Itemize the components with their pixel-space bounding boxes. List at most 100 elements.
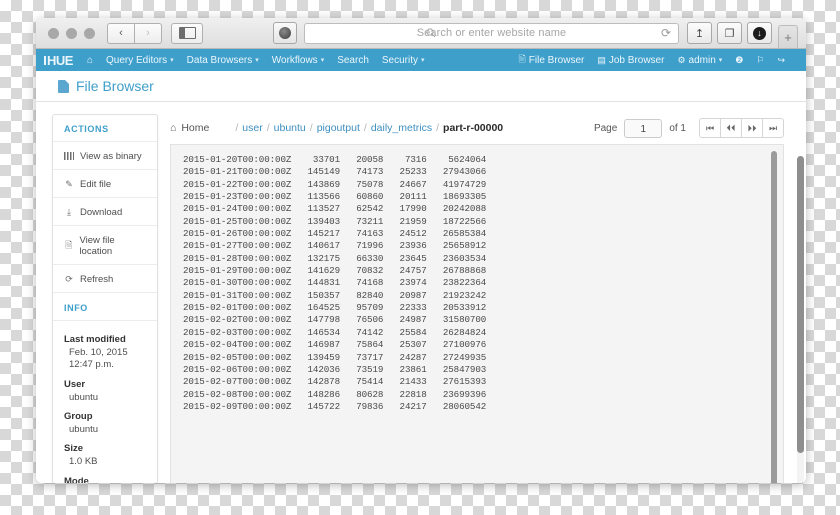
nav-label: Job Browser [608,54,665,66]
divider [53,141,157,142]
browser-toolbar: ‹ › Search or enter website name ⟳ ↥ ❐ ↓… [36,18,806,49]
breadcrumb: ⌂ Home / user / ubuntu / pigoutput / dai… [170,114,784,142]
flag-button[interactable]: ⚐ [756,55,764,66]
refresh-icon: ⟳ [65,274,73,284]
file-line: 2015-02-05T00:00:00Z 139459 73717 24287 … [183,351,487,363]
pencil-icon: ✎ [65,179,73,189]
breadcrumb-item-ubuntu[interactable]: ubuntu [274,122,306,134]
file-line: 2015-01-28T00:00:00Z 132175 66330 23645 … [183,252,487,264]
back-button[interactable]: ‹ [107,22,135,44]
file-line: 2015-01-24T00:00:00Z 113527 62542 17990 … [183,203,487,215]
nav-item-job-browser[interactable]: ▤ Job Browser [597,55,664,66]
nav-item-search[interactable]: Search [337,55,369,66]
file-line: 2015-01-23T00:00:00Z 113566 60860 20111 … [183,191,487,203]
file-line: 2015-02-01T00:00:00Z 164525 95709 22333 … [183,302,487,314]
next-page-button[interactable]: ⏵⏵ [741,118,763,138]
sidebar-action-view-file-location[interactable]: 🗎 View file location [53,228,157,264]
page-title: File Browser [76,78,154,94]
reload-icon[interactable]: ⟳ [661,27,671,39]
file-icon: 🗎 [518,54,526,64]
share-button[interactable]: ↥ [687,22,712,44]
nav-home-button[interactable]: ⌂ [87,55,93,66]
sidebar-action-refresh[interactable]: ⟳ Refresh [53,267,157,292]
nav-label: Data Browsers [186,54,253,66]
sidebar-toggle-button[interactable] [171,22,203,44]
nav-item-file-browser[interactable]: 🗎 File Browser [519,52,585,68]
file-line: 2015-01-20T00:00:00Z 33701 20058 7316 56… [183,154,487,165]
page-input[interactable]: 1 [624,118,663,138]
hue-navbar: HUE ⌂ Query Editors ▾ Data Browsers ▾ Wo… [36,49,806,71]
divider [53,169,157,170]
sidebar-icon [178,27,196,39]
nav-item-workflows[interactable]: Workflows ▾ [272,55,324,66]
file-line: 2015-01-29T00:00:00Z 141629 70832 24757 … [183,265,487,277]
nav-label: Query Editors [106,54,168,66]
nav-item-data-browsers[interactable]: Data Browsers ▾ [187,55,259,66]
downloads-button[interactable]: ↓ [747,22,772,44]
download-icon: ↓ [753,26,766,40]
file-document-icon [58,79,69,93]
file-line: 2015-01-30T00:00:00Z 144831 74168 23974 … [183,277,487,289]
favorites-button[interactable] [273,22,297,44]
page-total-label: of 1 [669,122,686,134]
action-label: Edit file [80,179,112,190]
sidebar-action-view-as-binary[interactable]: View as binary [53,144,157,169]
logout-button[interactable]: ↪ [777,55,785,66]
divider [53,197,157,198]
show-tabs-button[interactable]: ❐ [717,22,742,44]
scrollbar-thumb[interactable] [771,151,777,483]
pagination-buttons: ⏮ ⏴⏴ ⏵⏵ ⏭ [699,118,784,138]
home-icon: ⌂ [170,122,177,134]
nav-label: File Browser [528,54,585,66]
minimize-window-button[interactable] [66,27,77,39]
file-line: 2015-02-04T00:00:00Z 146987 75864 25307 … [183,339,487,351]
page-scrollbar[interactable] [797,156,804,483]
sidebar-action-download[interactable]: ⤓ Download [53,200,157,225]
address-bar[interactable]: Search or enter website name ⟳ [304,22,679,44]
action-label: Download [80,207,123,218]
info-label-size: Size [64,443,84,455]
favorites-icon [279,27,291,39]
file-line: 2015-02-09T00:00:00Z 145722 79836 24217 … [183,400,487,412]
breadcrumb-item-user[interactable]: user [242,122,262,134]
pagination: Page 1 of 1 ⏮ ⏴⏴ ⏵⏵ ⏭ [594,118,784,138]
info-header: INFO [64,303,88,313]
breadcrumb-separator: / [266,122,270,134]
info-value-size: 1.0 KB [69,456,98,468]
chevron-down-icon: ▾ [320,57,325,64]
action-label: View file location [79,235,115,257]
file-line: 2015-02-07T00:00:00Z 142878 75414 21433 … [183,376,487,388]
breadcrumb-item-pigoutput[interactable]: pigoutput [317,122,360,134]
nav-item-admin[interactable]: ⚙ admin ▾ [677,55,722,66]
info-label-mode: Mode [64,475,89,483]
zoom-window-button[interactable] [84,27,95,39]
window-traffic-lights [48,27,95,39]
nav-label: Workflows [271,54,318,66]
file-line: 2015-01-26T00:00:00Z 145217 74163 24512 … [183,228,487,240]
nav-item-query-editors[interactable]: Query Editors ▾ [106,55,174,66]
last-page-button[interactable]: ⏭ [762,118,784,138]
breadcrumb-item-daily-metrics[interactable]: daily_metrics [371,122,432,134]
info-value-last-modified: Feb. 10, 2015 12:47 p.m. [69,347,128,371]
page-scrollbar-thumb[interactable] [797,156,804,453]
breadcrumb-home[interactable]: ⌂ Home [170,122,209,134]
first-page-button[interactable]: ⏮ [699,118,721,138]
nav-label: Security [381,54,419,66]
close-window-button[interactable] [48,27,59,39]
help-button[interactable]: ❷ [735,55,743,66]
hue-logo[interactable]: HUE [44,53,73,68]
page-label: Page [593,122,618,134]
nav-item-security[interactable]: Security ▾ [382,55,425,66]
nav-label: Search [337,54,369,66]
file-line: 2015-01-21T00:00:00Z 145149 74173 25233 … [183,166,487,178]
new-tab-button[interactable]: + [778,25,798,48]
file-content-scrollbar[interactable] [771,151,777,483]
file-line: 2015-01-25T00:00:00Z 139403 73211 21959 … [183,215,487,227]
forward-button[interactable]: › [135,22,162,44]
file-content-area: ⌂ Home / user / ubuntu / pigoutput / dai… [170,114,784,483]
search-icon [425,27,435,37]
file-line: 2015-01-27T00:00:00Z 140617 71996 23936 … [183,240,487,252]
file-content-viewer: 2015-01-20T00:00:00Z 33701 20058 7316 56… [170,144,784,483]
previous-page-button[interactable]: ⏴⏴ [720,118,742,138]
sidebar-action-edit-file[interactable]: ✎ Edit file [53,172,157,197]
